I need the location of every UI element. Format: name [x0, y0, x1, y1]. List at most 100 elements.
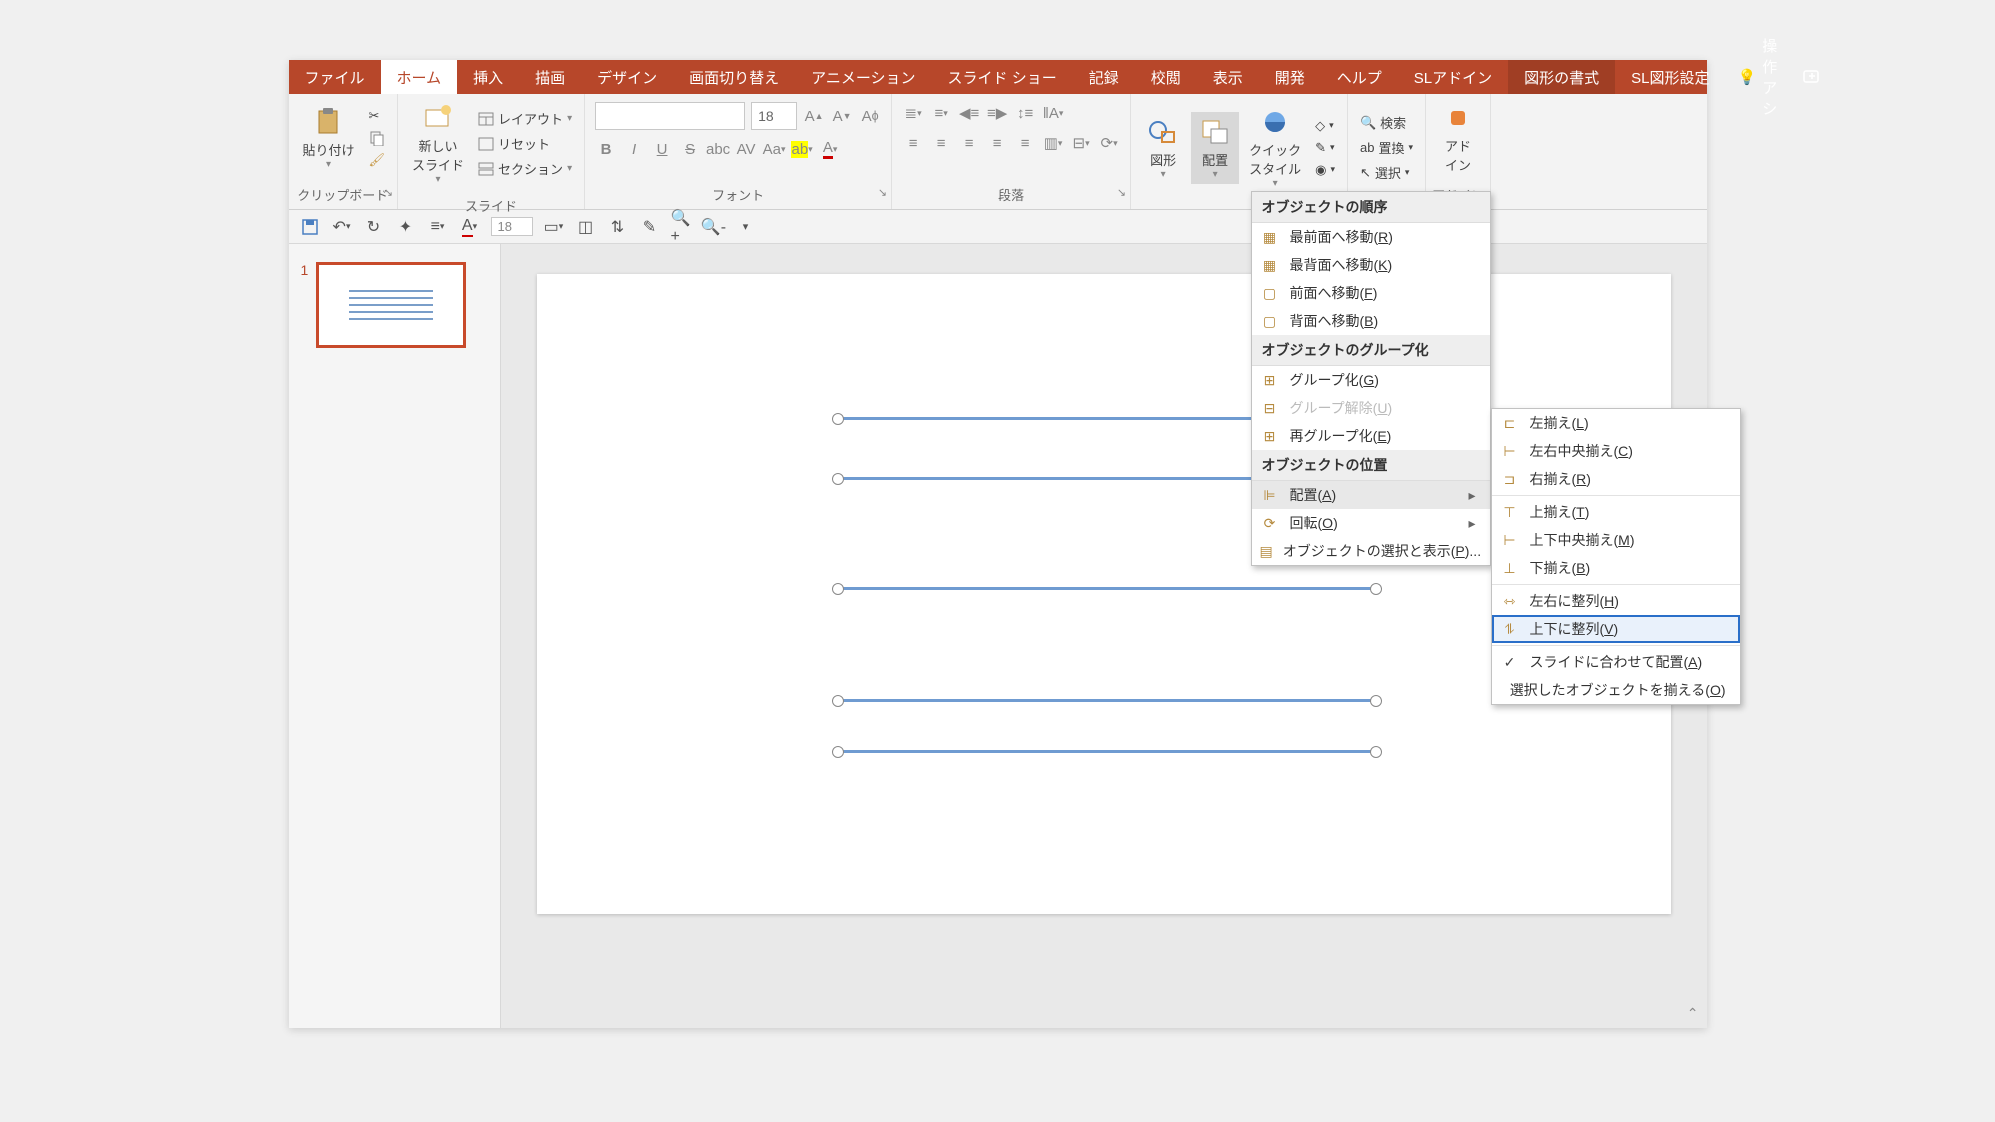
- shape-fill-button[interactable]: ◇▾: [1311, 116, 1339, 136]
- grow-font-button[interactable]: A▲: [803, 105, 825, 127]
- undo-button[interactable]: ↶▾: [331, 216, 353, 238]
- distributed-button[interactable]: ≡: [1014, 132, 1036, 154]
- font-color-button[interactable]: A▾: [819, 138, 841, 160]
- tab-design[interactable]: デザイン: [581, 60, 673, 94]
- quick-styles-button[interactable]: クイック スタイル▾: [1243, 102, 1307, 193]
- menu-group[interactable]: ⊞グループ化(G): [1252, 366, 1490, 394]
- tab-transitions[interactable]: 画面切り替え: [673, 60, 795, 94]
- select-button[interactable]: ↖選択▾: [1356, 161, 1417, 184]
- menu-align-to-slide[interactable]: ✓スライドに合わせて配置(A): [1492, 648, 1740, 676]
- font-size-combo[interactable]: 18: [751, 102, 797, 130]
- tab-sladdin[interactable]: SLアドイン: [1398, 60, 1508, 94]
- change-case-button[interactable]: Aa▾: [763, 138, 785, 160]
- menu-align[interactable]: ⊫配置(A)▸: [1252, 481, 1490, 509]
- align-text-button[interactable]: ⊟▾: [1070, 132, 1092, 154]
- find-button[interactable]: 🔍検索: [1356, 111, 1417, 134]
- menu-align-top[interactable]: ⊤上揃え(T): [1492, 498, 1740, 526]
- smartart-button[interactable]: ⟳▾: [1098, 132, 1120, 154]
- numbering-button[interactable]: ≡▾: [930, 102, 952, 124]
- menu-align-left[interactable]: ⊏左揃え(L): [1492, 409, 1740, 437]
- bullets-button[interactable]: ≣▾: [902, 102, 924, 124]
- tab-home[interactable]: ホーム: [381, 60, 458, 94]
- highlight-button[interactable]: ab▾: [791, 138, 813, 160]
- tab-sl-shape[interactable]: SL図形設定: [1615, 60, 1725, 94]
- font-family-combo[interactable]: [595, 102, 745, 130]
- menu-regroup[interactable]: ⊞再グループ化(E): [1252, 422, 1490, 450]
- align-center-button[interactable]: ≡: [930, 132, 952, 154]
- columns-button[interactable]: ▥▾: [1042, 132, 1064, 154]
- tab-insert[interactable]: 挿入: [457, 60, 519, 94]
- menu-bring-to-front[interactable]: ▦最前面へ移動(R): [1252, 223, 1490, 251]
- text-direction-button[interactable]: ‖A▾: [1042, 102, 1064, 124]
- tab-draw[interactable]: 描画: [519, 60, 581, 94]
- shapes-button[interactable]: 図形▾: [1139, 112, 1187, 184]
- qat-btn-7[interactable]: ✎: [639, 216, 661, 238]
- menu-align-to-selected[interactable]: 選択したオブジェクトを揃える(O): [1492, 676, 1740, 704]
- shape-effects-button[interactable]: ◉▾: [1311, 160, 1339, 180]
- shadow-button[interactable]: abc: [707, 138, 729, 160]
- line-spacing-button[interactable]: ↕≡: [1014, 102, 1036, 124]
- redo-button[interactable]: ↻: [363, 216, 385, 238]
- menu-selection-pane[interactable]: ▤オブジェクトの選択と表示(P)...: [1252, 537, 1490, 565]
- cut-button[interactable]: ✂: [365, 106, 390, 126]
- strike-button[interactable]: S: [679, 138, 701, 160]
- tab-help[interactable]: ヘルプ: [1321, 60, 1398, 94]
- save-button[interactable]: [299, 216, 321, 238]
- qat-customize[interactable]: ▾: [735, 216, 757, 238]
- italic-button[interactable]: I: [623, 138, 645, 160]
- reset-label: リセット: [498, 134, 550, 153]
- char-spacing-button[interactable]: AV: [735, 138, 757, 160]
- menu-send-backward[interactable]: ▢背面へ移動(B): [1252, 307, 1490, 335]
- decrease-indent-button[interactable]: ◀≡: [958, 102, 980, 124]
- share-button[interactable]: [1789, 60, 1837, 94]
- menu-align-right[interactable]: ⊐右揃え(R): [1492, 465, 1740, 493]
- tab-animations[interactable]: アニメーション: [795, 60, 931, 94]
- menu-bring-forward[interactable]: ▢前面へ移動(F): [1252, 279, 1490, 307]
- tab-file[interactable]: ファイル: [289, 60, 381, 94]
- clear-formatting-button[interactable]: Aϕ: [859, 105, 881, 127]
- paragraph-dialog-launcher[interactable]: ↘: [1117, 186, 1126, 199]
- new-slide-button[interactable]: 新しい スライド ▾: [406, 98, 470, 189]
- tab-record[interactable]: 記録: [1073, 60, 1135, 94]
- menu-align-center-h[interactable]: ⊢左右中央揃え(C): [1492, 437, 1740, 465]
- menu-rotate[interactable]: ⟳回転(O)▸: [1252, 509, 1490, 537]
- menu-align-middle-v[interactable]: ⊢上下中央揃え(M): [1492, 526, 1740, 554]
- menu-align-bottom[interactable]: ⊥下揃え(B): [1492, 554, 1740, 582]
- copy-button[interactable]: [365, 128, 390, 148]
- menu-send-to-back[interactable]: ▦最背面へ移動(K): [1252, 251, 1490, 279]
- arrange-button[interactable]: 配置▾: [1191, 112, 1239, 184]
- zoom-in-button[interactable]: 🔍+: [671, 216, 693, 238]
- replace-button[interactable]: ab置換▾: [1356, 136, 1417, 159]
- shape-line-4[interactable]: [837, 699, 1377, 702]
- justify-button[interactable]: ≡: [986, 132, 1008, 154]
- tab-view[interactable]: 表示: [1197, 60, 1259, 94]
- menu-distribute-v[interactable]: ⥮上下に整列(V): [1492, 615, 1740, 643]
- increase-indent-button[interactable]: ≡▶: [986, 102, 1008, 124]
- bold-button[interactable]: B: [595, 138, 617, 160]
- paste-button[interactable]: 貼り付け ▾: [297, 102, 361, 174]
- align-right-button[interactable]: ≡: [958, 132, 980, 154]
- tab-shape-format[interactable]: 図形の書式: [1508, 60, 1615, 94]
- tab-slideshow[interactable]: スライド ショー: [932, 60, 1073, 94]
- underline-button[interactable]: U: [651, 138, 673, 160]
- layout-button[interactable]: レイアウト▾: [474, 107, 576, 130]
- format-painter-button[interactable]: 🖌: [365, 150, 390, 170]
- shrink-font-button[interactable]: A▼: [831, 105, 853, 127]
- shape-outline-button[interactable]: ✎▾: [1311, 138, 1339, 158]
- reset-button[interactable]: リセット: [474, 132, 576, 155]
- align-left-button[interactable]: ≡: [902, 132, 924, 154]
- section-button[interactable]: セクション▾: [474, 157, 576, 180]
- shape-line-5[interactable]: [837, 750, 1377, 753]
- tell-me-search[interactable]: 💡 操作アシ: [1726, 60, 1790, 94]
- thumbnail-pane[interactable]: 1: [289, 244, 501, 1028]
- menu-distribute-h[interactable]: ⇿左右に整列(H): [1492, 587, 1740, 615]
- tab-review[interactable]: 校閲: [1135, 60, 1197, 94]
- tab-developer[interactable]: 開発: [1259, 60, 1321, 94]
- font-dialog-launcher[interactable]: ↘: [878, 186, 887, 199]
- qat-btn-6[interactable]: ⇅: [607, 216, 629, 238]
- shape-line-3[interactable]: [837, 587, 1377, 590]
- clipboard-dialog-launcher[interactable]: ↘: [384, 186, 393, 199]
- zoom-out-button[interactable]: 🔍-: [703, 216, 725, 238]
- slide-thumbnail-1[interactable]: [316, 262, 466, 348]
- addins-button[interactable]: アド イン: [1434, 98, 1482, 178]
